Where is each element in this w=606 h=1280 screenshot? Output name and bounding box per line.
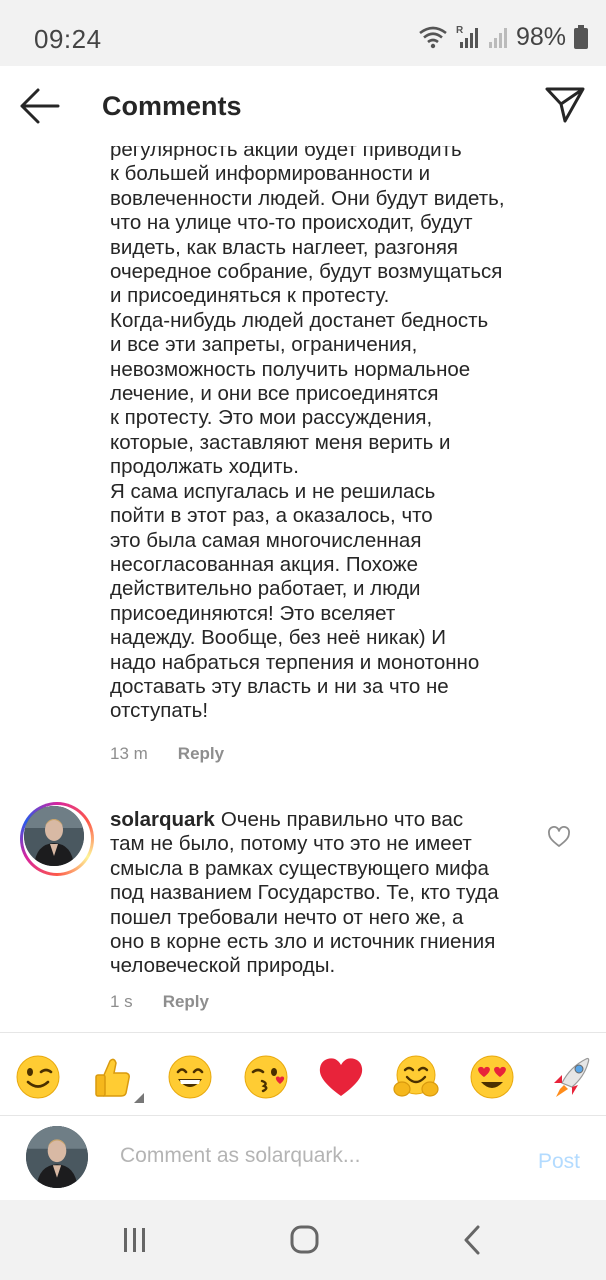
status-icons: R 98%: [418, 22, 588, 52]
comment-composer: Post: [0, 1116, 606, 1200]
rocket-icon[interactable]: [546, 1053, 594, 1101]
battery-percent: 98%: [515, 22, 566, 51]
back-icon[interactable]: [454, 1222, 494, 1258]
reply-button[interactable]: Reply: [178, 744, 224, 763]
avatar[interactable]: [20, 802, 94, 876]
like-heart-icon[interactable]: [547, 826, 571, 848]
post-button[interactable]: Post: [538, 1150, 580, 1174]
status-time: 09:24: [34, 24, 102, 54]
comment-body: Очень правильно что вас там не было, пот…: [110, 808, 499, 978]
comments-header: Comments: [0, 66, 606, 146]
system-nav-bar: [0, 1200, 606, 1280]
comment-text: solarquark Очень правильно что вас там не…: [110, 808, 540, 979]
grinning-face-icon[interactable]: [166, 1053, 214, 1101]
emoji-bar: [0, 1033, 606, 1115]
comment-username[interactable]: solarquark: [110, 808, 215, 831]
avatar-image: [24, 806, 84, 866]
wifi-icon: [419, 26, 447, 49]
comment-timestamp: 1 s: [110, 992, 133, 1011]
skin-tone-indicator-icon[interactable]: [134, 1093, 144, 1103]
svg-text:R: R: [456, 25, 464, 36]
kissing-heart-face-icon[interactable]: [242, 1053, 290, 1101]
comment-timestamp: 13 m: [110, 744, 148, 763]
comment-input[interactable]: [120, 1144, 510, 1168]
page-title: Comments: [102, 91, 242, 121]
signal-icon: [488, 28, 507, 48]
recent-apps-icon[interactable]: [115, 1222, 155, 1258]
back-arrow-icon[interactable]: [18, 86, 62, 126]
heart-eyes-face-icon[interactable]: [468, 1053, 516, 1101]
hugging-face-icon[interactable]: [392, 1053, 440, 1101]
comment-meta: 1 s Reply: [110, 992, 209, 1012]
red-heart-icon[interactable]: [317, 1053, 365, 1101]
thumbs-up-icon[interactable]: [90, 1053, 138, 1101]
comments-list[interactable]: регулярность акции будет приводить к бол…: [0, 146, 606, 1032]
comment-text: регулярность акции будет приводить к бол…: [110, 146, 505, 723]
reply-button[interactable]: Reply: [163, 992, 209, 1011]
battery-icon: [574, 25, 588, 49]
avatar: [26, 1126, 88, 1188]
winking-face-icon[interactable]: [14, 1053, 62, 1101]
direct-message-icon[interactable]: [544, 84, 586, 124]
status-bar: 09:24 R 98%: [0, 0, 606, 66]
home-icon[interactable]: [284, 1222, 324, 1258]
comment-meta: 13 m Reply: [110, 744, 224, 764]
signal-roaming-icon: R: [456, 25, 478, 48]
